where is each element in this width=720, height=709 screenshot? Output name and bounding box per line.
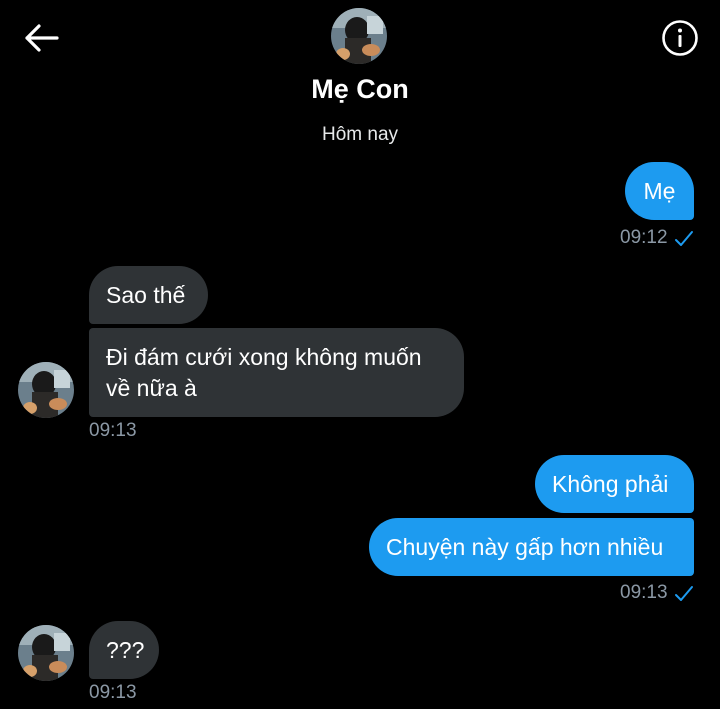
outgoing-message[interactable]: Chuyện này gấp hơn nhiều xyxy=(369,518,694,576)
message-text: ??? xyxy=(106,637,145,663)
date-separator: Hôm nay xyxy=(321,124,399,145)
message-text: Mẹ xyxy=(643,178,676,204)
sender-avatar[interactable] xyxy=(18,362,74,418)
incoming-message[interactable]: Đi đám cưới xong không muốn về nữa à xyxy=(89,328,464,417)
check-icon xyxy=(675,231,693,246)
message-text: Không phải xyxy=(552,471,669,497)
info-icon xyxy=(662,20,698,56)
message-text: Chuyện này gấp hơn nhiều xyxy=(386,534,664,560)
incoming-message[interactable]: Sao thế xyxy=(89,266,208,324)
contact-name[interactable]: Mẹ Con xyxy=(0,74,720,105)
avatar-photo xyxy=(331,8,387,64)
message-timestamp: 09:13 xyxy=(89,682,137,703)
check-icon xyxy=(675,586,693,601)
back-button[interactable] xyxy=(18,18,64,58)
avatar-photo xyxy=(18,362,74,418)
message-text: Đi đám cưới xong không muốn về nữa à xyxy=(106,344,422,401)
contact-avatar[interactable] xyxy=(331,8,387,64)
avatar-photo xyxy=(18,625,74,681)
arrow-left-icon xyxy=(25,24,59,52)
outgoing-message[interactable]: Không phải xyxy=(535,455,694,513)
message-timestamp: 09:13 xyxy=(620,582,668,603)
info-button[interactable] xyxy=(656,14,704,62)
sender-avatar[interactable] xyxy=(18,625,74,681)
message-timestamp: 09:12 xyxy=(620,227,668,248)
incoming-message[interactable]: ??? xyxy=(89,621,159,679)
outgoing-message[interactable]: Mẹ xyxy=(625,162,694,220)
message-timestamp: 09:13 xyxy=(89,420,137,441)
message-text: Sao thế xyxy=(106,282,186,308)
